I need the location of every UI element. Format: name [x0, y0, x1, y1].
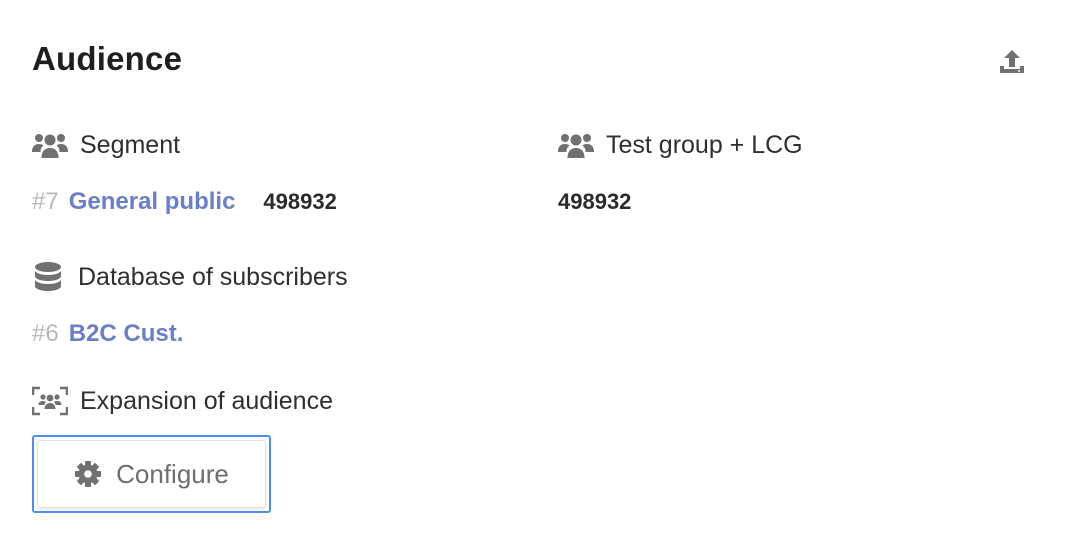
users-icon — [558, 130, 594, 160]
gear-icon — [74, 460, 102, 488]
page-title: Audience — [32, 40, 183, 77]
test-group-label: Test group + LCG — [558, 130, 803, 160]
configure-button-label: Configure — [116, 458, 229, 489]
segment-id: #7 — [32, 188, 59, 215]
upload-icon — [1000, 50, 1024, 73]
database-row: #6 B2C Cust. — [32, 320, 183, 348]
users-icon — [32, 130, 68, 160]
database-id: #6 — [32, 320, 59, 347]
segment-row: #7 General public 498932 — [32, 188, 337, 216]
database-icon — [34, 262, 62, 292]
segment-count: 498932 — [263, 189, 337, 214]
segment-link[interactable]: General public — [69, 188, 236, 216]
configure-button[interactable]: Configure — [32, 435, 271, 513]
expansion-label: Expansion of audience — [32, 386, 333, 416]
audience-expand-icon — [32, 386, 68, 416]
database-link[interactable]: B2C Cust. — [69, 320, 184, 348]
database-label: Database of subscribers — [34, 262, 348, 292]
test-group-count: 498932 — [558, 189, 632, 214]
segment-label: Segment — [32, 130, 180, 160]
export-button[interactable] — [994, 44, 1030, 80]
